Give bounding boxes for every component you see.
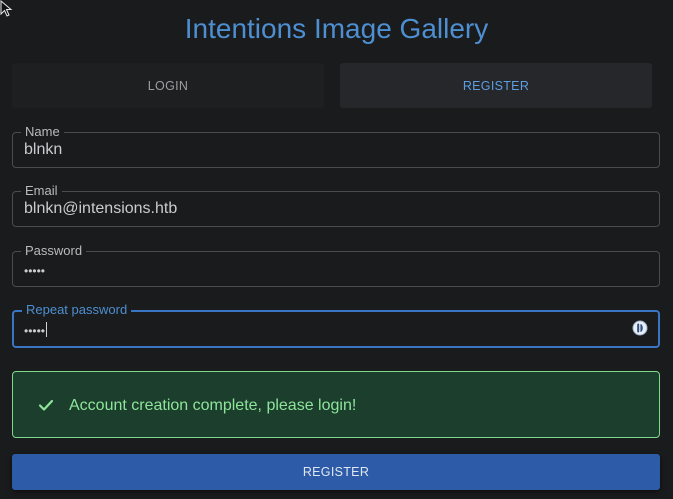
name-field[interactable]: Name blnkn: [12, 124, 660, 168]
password-field-value: •••••: [24, 264, 46, 278]
check-icon: [38, 399, 54, 411]
repeat-password-field[interactable]: Repeat password •••••: [12, 302, 660, 348]
password-field-label: Password: [21, 243, 87, 259]
name-field-label: Name: [21, 124, 64, 140]
password-field[interactable]: Password •••••: [12, 243, 660, 287]
email-field[interactable]: Email blnkn@intensions.htb: [12, 183, 660, 227]
register-page: Intentions Image Gallery LOGIN REGISTER …: [0, 0, 673, 499]
tab-register[interactable]: REGISTER: [340, 63, 652, 108]
password-manager-icon[interactable]: [632, 320, 648, 336]
success-alert: Account creation complete, please login!: [12, 371, 660, 438]
auth-tabs: LOGIN REGISTER: [12, 63, 652, 108]
name-field-value: blnkn: [24, 141, 63, 158]
repeat-password-field-label: Repeat password: [22, 302, 132, 318]
page-title: Intentions Image Gallery: [184, 13, 489, 44]
email-field-value: blnkn@intensions.htb: [24, 200, 178, 217]
tab-login[interactable]: LOGIN: [12, 63, 324, 108]
register-button[interactable]: REGISTER: [12, 454, 660, 490]
success-alert-message: Account creation complete, please login!: [69, 397, 357, 414]
repeat-password-field-value: •••••: [24, 322, 48, 338]
email-field-label: Email: [21, 183, 62, 199]
text-caret: [46, 322, 48, 337]
